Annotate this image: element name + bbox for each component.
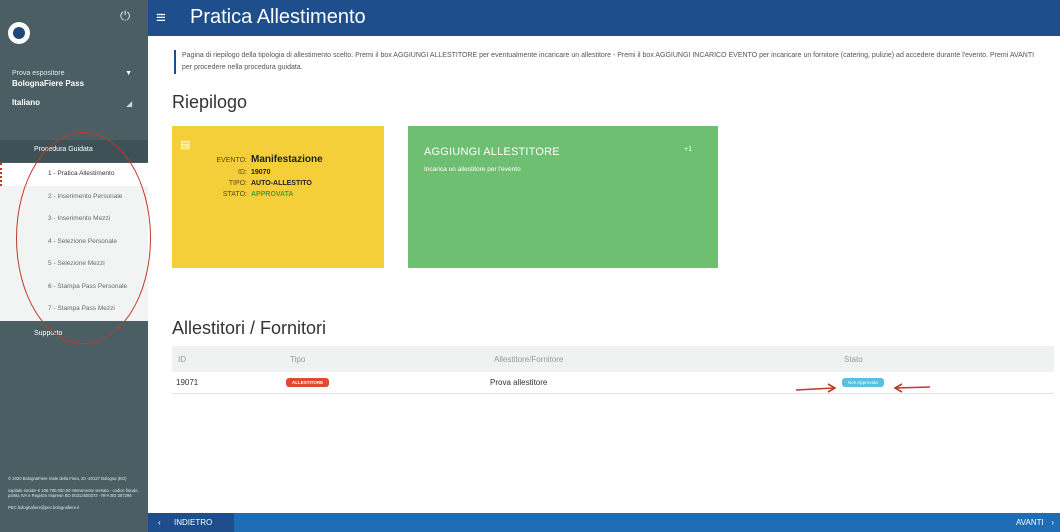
sidebar-footer: © 2020 BolognaFiere Viale della Fiera, 2…: [8, 476, 146, 516]
row-name: Prova allestitore: [490, 378, 548, 387]
language-selector[interactable]: Italiano ◢: [12, 98, 140, 108]
sidebar-item-pratica-allestimento[interactable]: 1 - Pratica Allestimento: [0, 163, 148, 186]
sidebar-item-inserimento-mezzi[interactable]: 3 - Inserimento Mezzi: [0, 208, 148, 231]
add-allestitore-count: +1: [684, 146, 692, 153]
status-value: APPROVATA: [251, 191, 294, 198]
type-value: AUTO-ALLESTITO: [251, 180, 312, 187]
add-allestitore-card[interactable]: AGGIUNGI ALLESTITORE Incarica un allesti…: [408, 126, 718, 268]
sidebar-item-supporto[interactable]: Supporto: [34, 330, 62, 337]
back-label: INDIETRO: [174, 518, 213, 527]
sidebar-item-inserimento-personale[interactable]: 2 - Inserimento Personale: [0, 186, 148, 209]
menu-icon[interactable]: ≡: [156, 9, 166, 26]
sidebar-item-stampa-pass-mezzi[interactable]: 7 - Stampa Pass Mezzi: [0, 298, 148, 321]
next-label: AVANTI: [1016, 518, 1044, 527]
bolognafiere-logo-icon: [8, 22, 30, 44]
add-allestitore-subtitle: Incarica un allestitore per l'evento: [424, 166, 521, 173]
status-label: STATO:: [222, 191, 247, 198]
power-icon[interactable]: ⏻: [120, 8, 130, 24]
nav-section-procedura-guidata[interactable]: Procedura Guidata: [0, 140, 148, 162]
page-title: Pratica Allestimento: [190, 6, 366, 28]
footer-legal: capitale sociale € 106.780.000,00 Intera…: [8, 487, 139, 499]
sidebar-item-selezione-personale[interactable]: 4 - Selezione Personale: [0, 231, 148, 254]
clipboard-icon: ▤: [180, 139, 191, 151]
annotation-arrow-right-icon: [796, 383, 837, 393]
sidebar: ⏻ Prova espositore BolognaFiere Pass ▼ I…: [0, 0, 151, 532]
bottom-nav-bar: ‹ INDIETRO AVANTI ›: [148, 513, 1060, 532]
sidebar-item-selezione-mezzi[interactable]: 5 - Selezione Mezzi: [0, 253, 148, 276]
event-value: Manifestazione: [251, 154, 323, 165]
type-row: TIPO: AUTO-ALLESTITO: [192, 180, 372, 187]
table-header: ID Tipo Allestitore/Fornitore Stato: [172, 346, 1054, 372]
status-badge: Non Approvata: [842, 378, 884, 387]
id-value: 19070: [251, 169, 271, 176]
providers-title: Allestitori / Fornitori: [172, 318, 327, 338]
col-allestitore: Allestitore/Fornitore: [494, 354, 564, 364]
language-label: Italiano: [12, 98, 41, 107]
account-name: BolognaFiere Pass: [12, 79, 85, 88]
id-row: ID: 19070: [192, 169, 372, 176]
nav-list: 1 - Pratica Allestimento 2 - Inserimento…: [0, 163, 148, 321]
chevron-left-icon: ‹: [158, 518, 161, 527]
event-card: ▤ EVENTO: Manifestazione ID: 19070 TIPO: AU…: [172, 126, 384, 268]
col-tipo: Tipo: [290, 354, 306, 364]
account-selector[interactable]: Prova espositore BolognaFiere Pass ▼: [12, 70, 140, 88]
top-bar: ≡ Pratica Allestimento: [148, 0, 1060, 36]
footer-copyright: © 2020 BolognaFiere Viale della Fiera, 2…: [8, 476, 127, 481]
event-label: EVENTO:: [216, 157, 247, 164]
signal-icon: ◢: [126, 101, 132, 108]
row-id: 19071: [176, 378, 199, 387]
add-allestitore-title: AGGIUNGI ALLESTITORE: [424, 146, 560, 158]
col-id: ID: [178, 354, 186, 364]
status-row: STATO: APPROVATA: [192, 191, 372, 198]
account-sub-label: Prova espositore: [12, 70, 65, 77]
summary-title: Riepilogo: [172, 92, 248, 112]
row-type: ALLESTITORE: [286, 372, 330, 393]
type-label: TIPO:: [228, 180, 247, 187]
caret-down-icon: ▼: [125, 70, 132, 77]
next-button[interactable]: AVANTI ›: [1010, 513, 1060, 532]
sidebar-item-stampa-pass-personale[interactable]: 6 - Stampa Pass Personale: [0, 276, 148, 299]
type-badge: ALLESTITORE: [286, 378, 330, 387]
chevron-right-icon: ›: [1051, 518, 1054, 527]
back-button[interactable]: ‹ INDIETRO: [148, 513, 234, 532]
footer-pec: PEC bolognafiere@pec.bolognafiere.it: [8, 504, 80, 510]
info-text: Pagina di riepilogo della tipologia di a…: [174, 50, 1044, 74]
event-row: EVENTO: Manifestazione: [192, 154, 372, 165]
annotation-arrow-left-icon: [893, 383, 930, 393]
row-status: Non Approvata: [842, 372, 884, 393]
id-label: ID:: [238, 169, 247, 176]
col-stato: Stato: [844, 354, 863, 364]
